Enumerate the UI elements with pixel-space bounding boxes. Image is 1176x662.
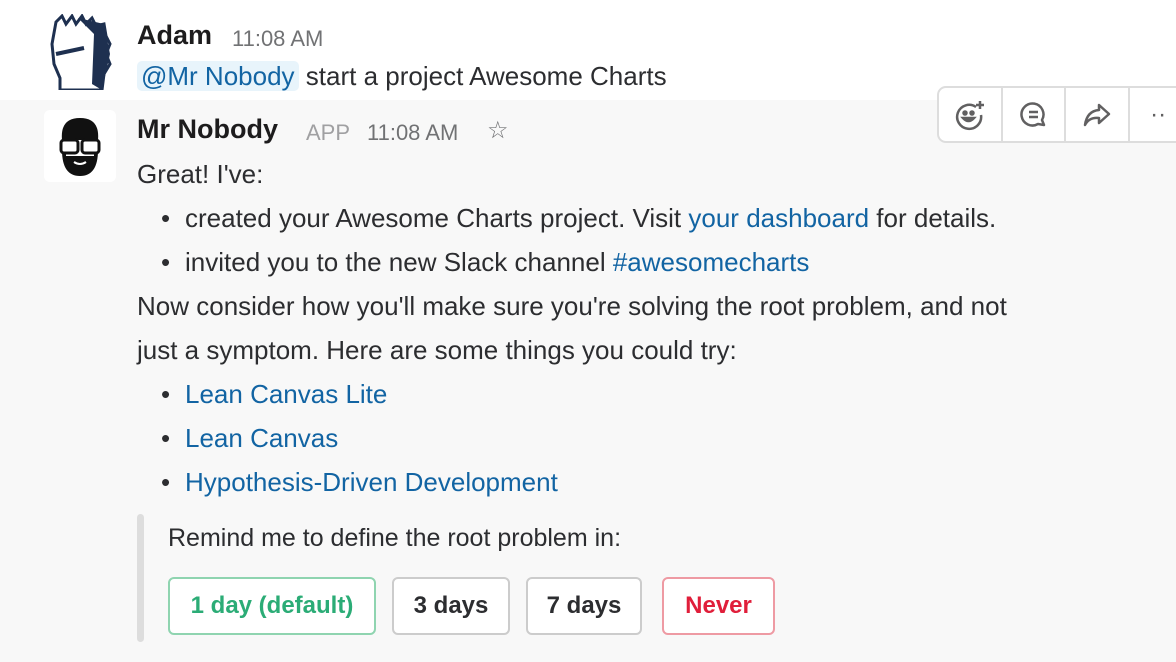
list-item: Hypothesis-Driven Development — [137, 460, 558, 504]
message-adam: Adam 11:08 AM @Mr Nobody start a project… — [0, 0, 1176, 100]
app-badge: APP — [306, 120, 351, 145]
intro-text: Great! I've: — [137, 159, 264, 189]
timestamp[interactable]: 11:08 AM — [232, 26, 323, 52]
attachment-text: Remind me to define the root problem in: — [168, 524, 622, 552]
never-button[interactable]: Never — [662, 577, 775, 635]
7-days-button[interactable]: 7 days — [526, 577, 642, 635]
channel-link[interactable]: #awesomecharts — [613, 247, 810, 277]
timestamp[interactable]: 11:08 AM — [367, 120, 458, 146]
message-text: @Mr Nobody start a project Awesome Chart… — [137, 54, 667, 98]
avatar-mr-nobody[interactable] — [44, 110, 116, 182]
list-item: invited you to the new Slack channel #aw… — [137, 240, 809, 284]
add-reaction-icon[interactable] — [939, 88, 1003, 141]
list-item: created your Awesome Charts project. Vis… — [137, 196, 996, 240]
avatar-adam[interactable] — [48, 13, 114, 92]
message-actions-toolbar: ·· — [937, 86, 1176, 143]
text: for details. — [869, 203, 997, 233]
paragraph-line: just a symptom. Here are some things you… — [137, 335, 737, 365]
attachment-bar — [137, 514, 144, 642]
1-day-button[interactable]: 1 day (default) — [168, 577, 376, 635]
dashboard-link[interactable]: your dashboard — [688, 203, 869, 233]
lean-canvas-lite-link[interactable]: Lean Canvas Lite — [185, 379, 387, 409]
list-item: Lean Canvas Lite — [137, 372, 387, 416]
author-name[interactable]: Adam — [137, 20, 212, 51]
hypothesis-driven-development-link[interactable]: Hypothesis-Driven Development — [185, 467, 558, 497]
more-icon[interactable]: ·· — [1130, 88, 1176, 141]
3-days-button[interactable]: 3 days — [392, 577, 510, 635]
thread-icon[interactable] — [1003, 88, 1067, 141]
text: created your Awesome Charts project. Vis… — [185, 203, 689, 233]
paragraph-line: Now consider how you'll make sure you're… — [137, 291, 1007, 321]
lean-canvas-link[interactable]: Lean Canvas — [185, 423, 338, 453]
star-icon[interactable]: ☆ — [487, 116, 509, 145]
list-item: Lean Canvas — [137, 416, 338, 460]
share-icon[interactable] — [1066, 88, 1131, 141]
message-body: start a project Awesome Charts — [305, 61, 667, 91]
user-mention[interactable]: @Mr Nobody — [137, 61, 299, 91]
author-name[interactable]: Mr Nobody — [137, 114, 278, 145]
text: invited you to the new Slack channel — [185, 247, 613, 277]
